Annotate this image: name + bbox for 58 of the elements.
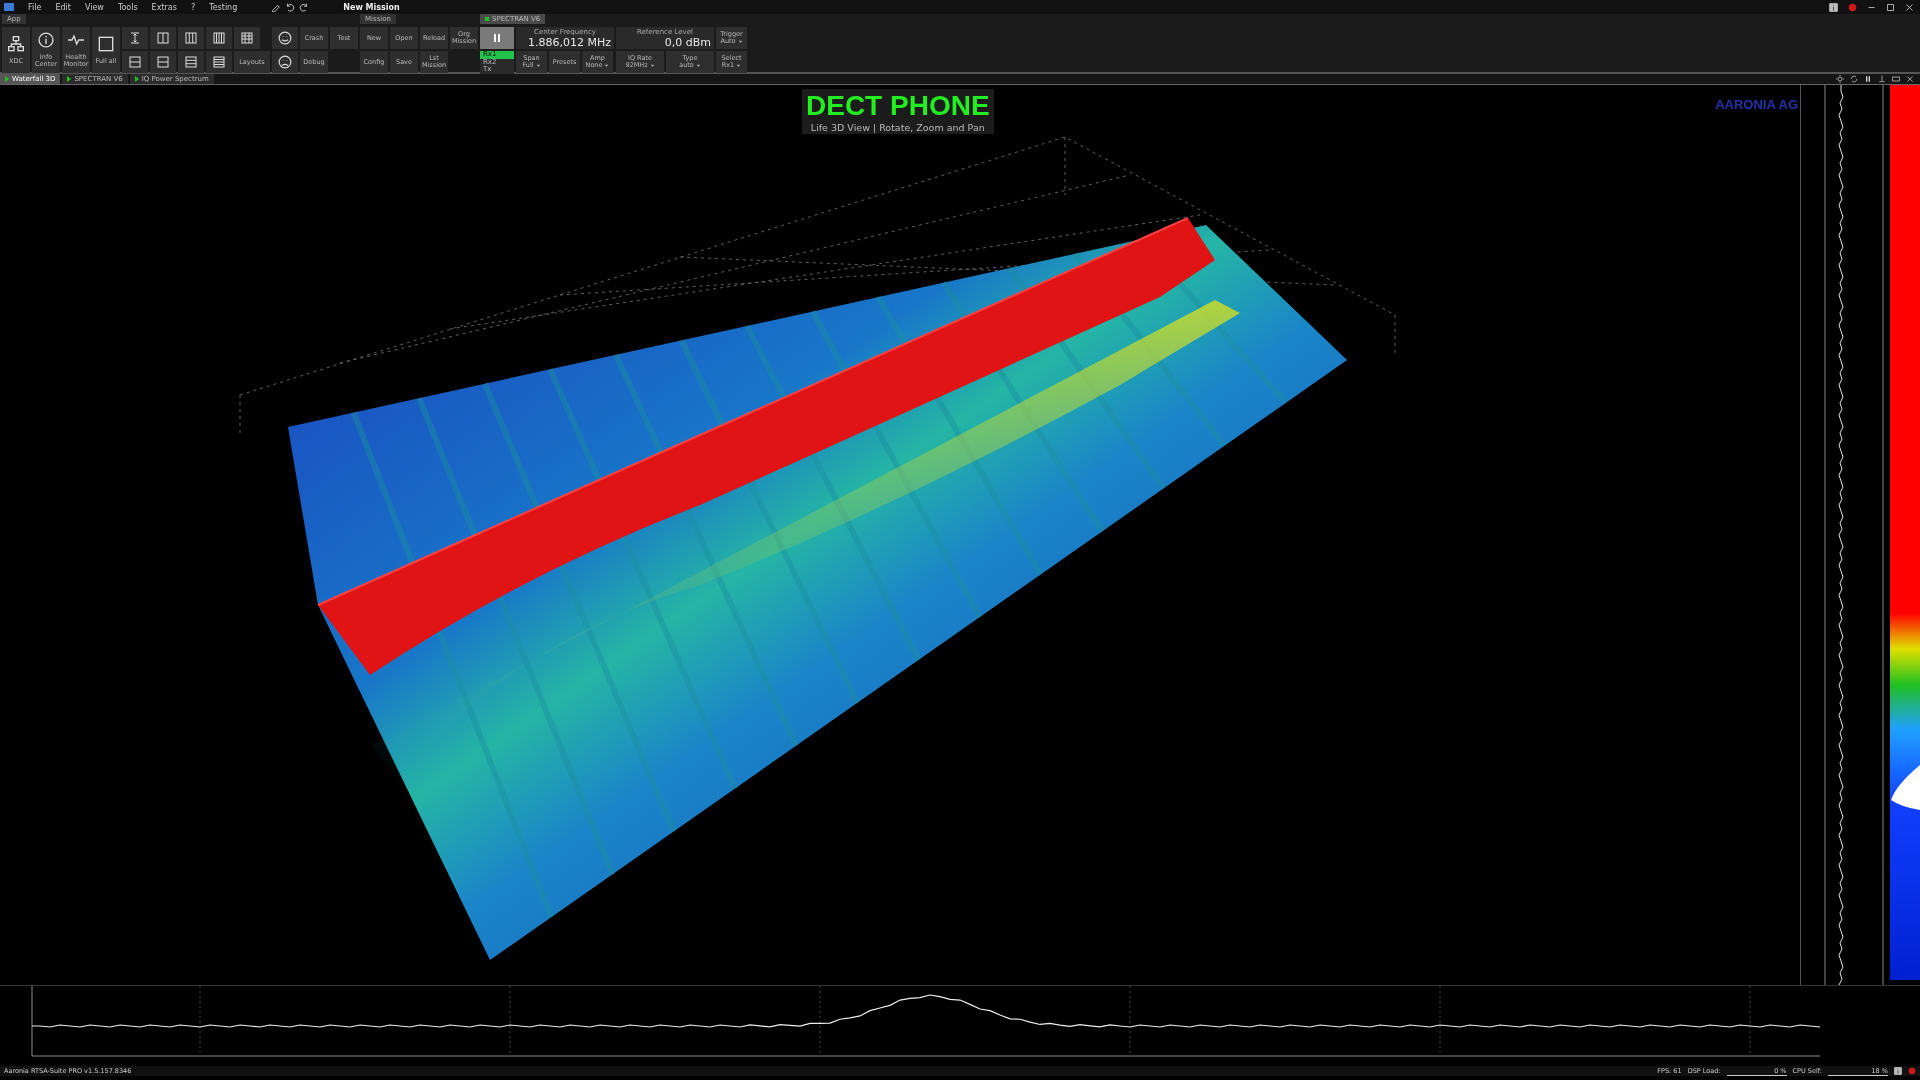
menu-item[interactable]: Edit [55,2,71,12]
layout-icon [129,56,141,68]
info-icon [1829,2,1838,12]
layout-button[interactable] [178,27,204,49]
caret-icon [535,62,541,68]
pen-icon [271,2,282,12]
record-icon [1908,1067,1916,1075]
square-icon [98,35,114,52]
caret-icon [737,38,743,44]
window-icon [1892,75,1900,83]
frown-button[interactable] [272,51,298,73]
refresh-icon [1850,75,1858,83]
layout-icon [241,32,253,44]
brand-logo: AARONIA AG [1715,97,1798,112]
view-subtitle: Life 3D View | Rotate, Zoom and Pan [810,122,985,133]
menu-item[interactable]: Testing [209,2,238,12]
pause-icon [491,32,503,44]
layout-icon [157,32,169,44]
maximize-icon [1886,2,1895,12]
view-heading: DECT PHONE [806,90,990,122]
pause-icon [1864,75,1872,83]
info-icon [1894,1067,1902,1075]
layout-icon [213,32,225,44]
close-icon [1905,2,1914,12]
menu-item[interactable]: Extras [151,2,177,12]
layout-icon [185,32,197,44]
layout-icon [213,56,225,68]
pause-button[interactable] [480,27,514,49]
app-logo-icon [4,3,14,11]
layout-button[interactable] [178,51,204,73]
caret-icon [649,62,655,68]
close-icon [1906,75,1914,83]
layout-button[interactable] [206,51,232,73]
histogram-curve [1891,765,1920,810]
smiley-icon [278,31,292,45]
smiley-button[interactable] [272,27,298,49]
caret-icon [736,62,742,68]
menu-item[interactable]: View [84,2,104,12]
info-icon [38,32,54,49]
menu-item[interactable]: Tools [117,2,138,12]
frown-icon [278,55,292,69]
alert-icon [1848,2,1857,12]
caret-icon [695,62,701,68]
mission-title: New Mission [343,2,400,12]
layout-button[interactable] [234,27,260,49]
layout-icon [129,32,141,44]
menu-item[interactable]: ? [190,2,196,12]
layout-icon [157,56,169,68]
redo-icon [299,2,310,12]
network-icon [8,35,24,52]
undo-icon [285,2,296,12]
layout-button[interactable] [206,27,232,49]
pin-icon [1878,75,1886,83]
menu-item[interactable]: File [28,2,42,12]
pulse-icon [68,32,84,49]
caret-icon [604,62,610,68]
layout-icon [185,56,197,68]
settings-icon [1836,75,1844,83]
